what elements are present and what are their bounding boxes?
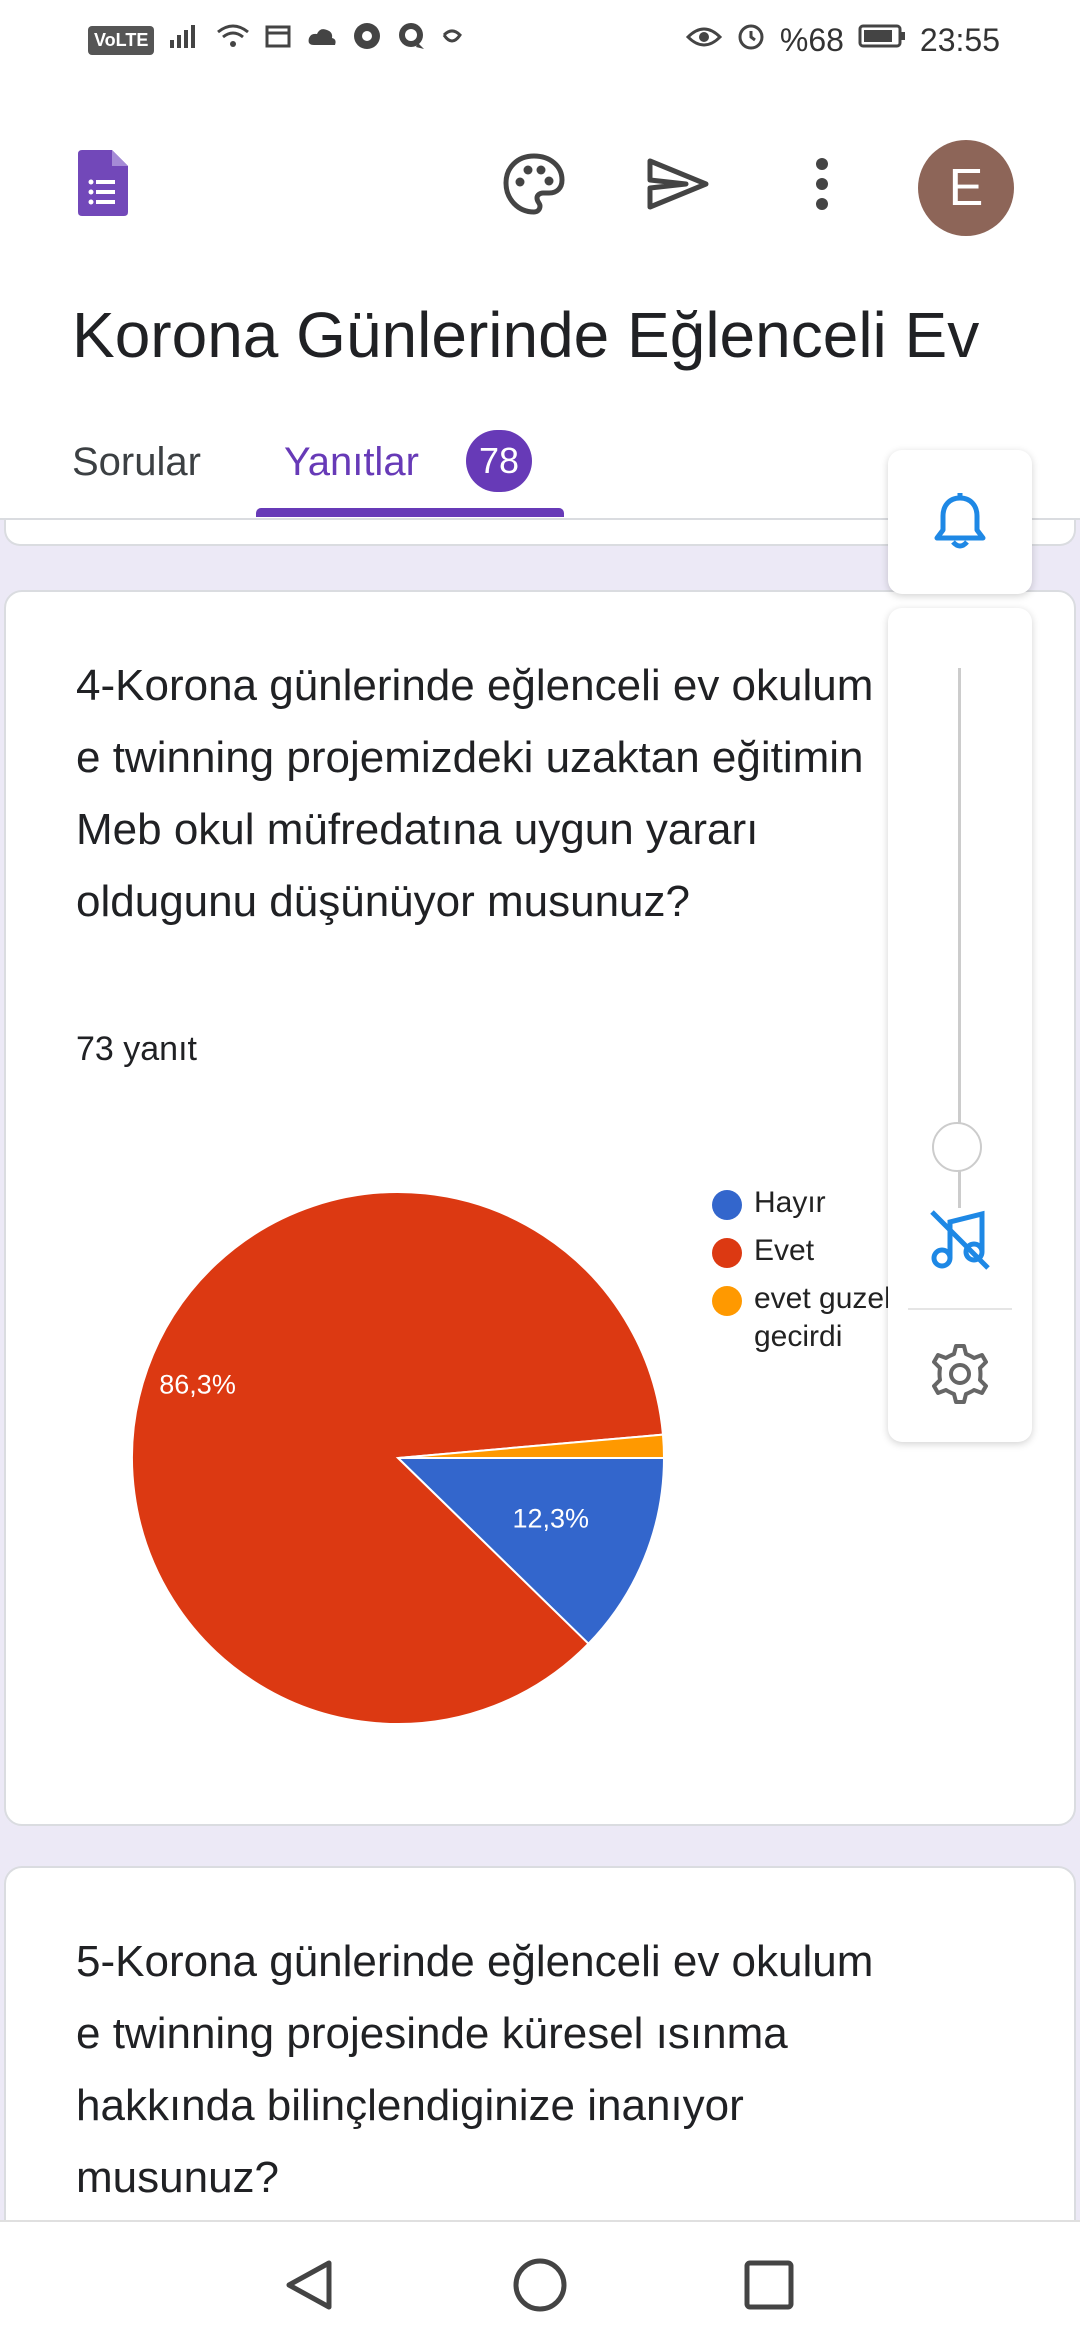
music-off-button[interactable] xyxy=(928,1208,992,1277)
battery-percent: %68 xyxy=(779,21,844,58)
pie-chart[interactable]: 12,3% 86,3% xyxy=(128,1188,668,1728)
recents-icon xyxy=(744,2260,794,2310)
recents-button[interactable] xyxy=(734,2250,804,2320)
legend-swatch xyxy=(712,1190,742,1220)
legend-label: Evet xyxy=(754,1234,815,1267)
cloud-icon xyxy=(306,23,338,57)
pie-data-label: 12,3% xyxy=(512,1503,589,1533)
avatar[interactable]: E xyxy=(918,140,1014,236)
home-button[interactable] xyxy=(505,2250,575,2320)
chat-icon xyxy=(396,21,426,59)
panel-divider xyxy=(908,1308,1012,1310)
more-vert-icon[interactable] xyxy=(786,148,858,220)
clock: 23:55 xyxy=(919,21,1000,58)
question-card-5: 5-Korona günlerinde eğlenceli ev okulum … xyxy=(4,1866,1076,2266)
palette-icon[interactable] xyxy=(498,148,570,220)
settings-button[interactable] xyxy=(928,1342,992,1411)
active-tab-indicator xyxy=(256,508,564,517)
status-bar: VoLTE %68 23:55 xyxy=(0,0,1080,80)
chart-legend: Hayır Evet evet guzel gecirdi xyxy=(708,1184,904,1366)
signal-icon xyxy=(168,22,202,58)
question-title: 4-Korona günlerinde eğlenceli ev okulum … xyxy=(76,661,874,926)
notification-bell-button[interactable] xyxy=(888,450,1032,594)
response-count-badge: 78 xyxy=(466,430,532,492)
back-button[interactable] xyxy=(274,2250,344,2320)
forms-logo-icon[interactable] xyxy=(78,150,128,216)
bell-icon xyxy=(934,493,986,549)
send-icon[interactable] xyxy=(642,148,714,220)
home-icon xyxy=(513,2258,567,2312)
alarm-icon xyxy=(736,21,766,59)
volte-badge: VoLTE xyxy=(88,25,155,55)
legend-item: Evet xyxy=(708,1232,904,1270)
response-count: 73 yanıt xyxy=(76,1030,197,1068)
media-control-panel xyxy=(888,608,1032,1442)
back-icon xyxy=(286,2260,332,2310)
app-icon xyxy=(440,23,464,57)
battery-icon xyxy=(858,23,906,57)
tab-questions[interactable]: Sorular xyxy=(72,440,201,485)
eye-icon xyxy=(685,23,722,57)
question-title: 5-Korona günlerinde eğlenceli ev okulum … xyxy=(76,1937,874,2202)
tab-responses[interactable]: Yanıtlar xyxy=(284,440,419,485)
settings-icon xyxy=(932,1344,988,1404)
chrome-icon xyxy=(352,21,382,59)
wifi-icon xyxy=(216,22,250,58)
legend-swatch xyxy=(712,1238,742,1268)
legend-label: Hayır xyxy=(754,1186,826,1219)
legend-item: evet guzel gecirdi xyxy=(708,1280,904,1356)
legend-swatch xyxy=(712,1286,742,1316)
legend-label: evet guzel gecirdi xyxy=(754,1282,891,1353)
music-off-icon xyxy=(930,1210,990,1270)
pie-data-label: 86,3% xyxy=(159,1370,236,1400)
calendar-icon xyxy=(264,22,292,58)
form-title: Korona Günlerinde Eğlenceli Ev xyxy=(72,299,980,371)
status-right: %68 23:55 xyxy=(685,21,1000,59)
status-left: VoLTE xyxy=(88,21,464,59)
legend-item: Hayır xyxy=(708,1184,904,1222)
volume-slider-thumb[interactable] xyxy=(932,1122,982,1172)
system-nav-bar xyxy=(0,2220,1080,2340)
